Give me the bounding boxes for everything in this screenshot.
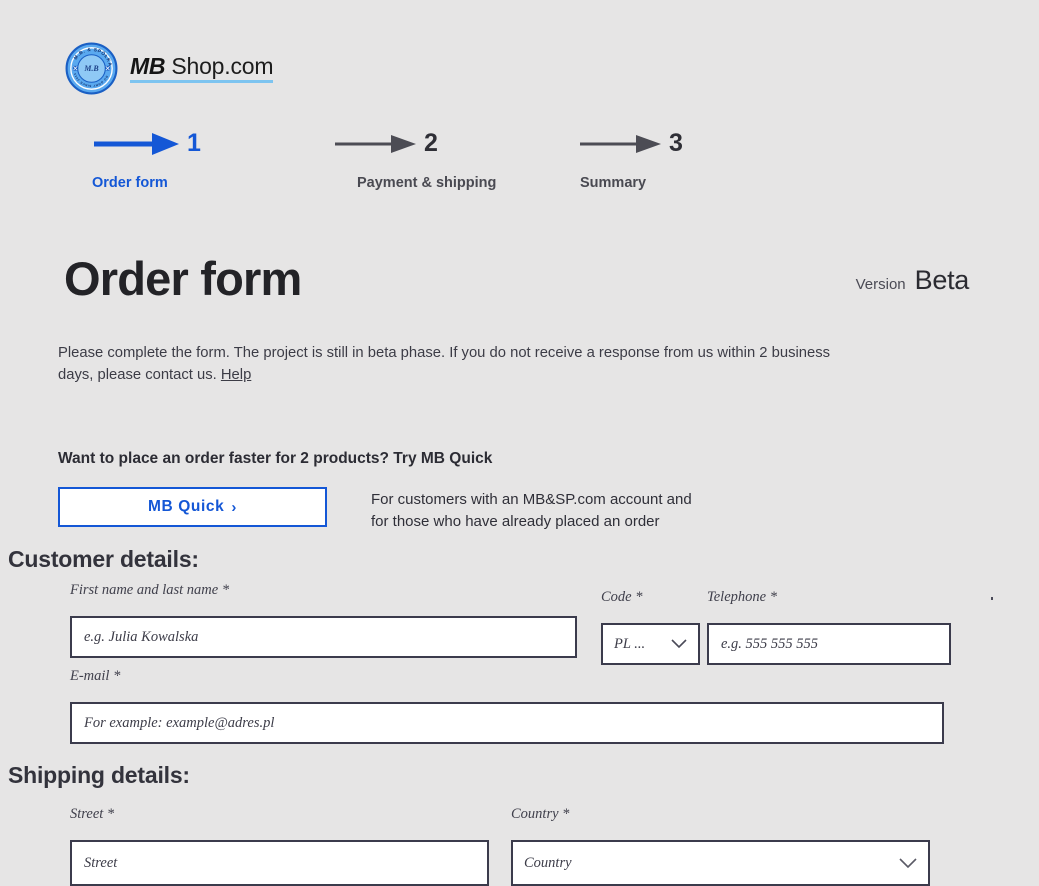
mb-circular-badge-logo: M.B. & SPÓŁKA DO GÓRY SINCE 2013 M.B xyxy=(65,42,118,95)
intro-text: Please complete the form. The project is… xyxy=(58,344,831,383)
field-email: E-mail * For example: example@adres.pl xyxy=(70,668,944,744)
country-code-label: Code * xyxy=(601,589,643,605)
stepper-step-1-top: 1 xyxy=(92,125,201,163)
version-label: Version xyxy=(855,276,906,293)
first-last-name-input[interactable]: e.g. Julia Kowalska xyxy=(70,616,577,658)
brand-mark-bold: MB xyxy=(130,53,166,80)
email-input[interactable]: For example: example@adres.pl xyxy=(70,702,944,744)
version-badge: Version Beta xyxy=(855,265,970,302)
brand-wordmark: MB Shop.com xyxy=(130,53,274,83)
arrow-right-icon xyxy=(335,135,416,153)
field-street: Street * Street xyxy=(70,806,489,886)
promo-row: MB Quick › For customers with an MB&SP.c… xyxy=(58,487,692,533)
help-link[interactable]: Help xyxy=(221,367,251,383)
stepper-step-3-label: Summary xyxy=(580,175,647,191)
street-label: Street * xyxy=(70,806,115,822)
promo-heading: Want to place an order faster for 2 prod… xyxy=(58,450,493,467)
chevron-right-icon: › xyxy=(231,498,237,516)
shipping-details-heading: Shipping details: xyxy=(8,762,190,788)
brand-mark-rest: Shop.com xyxy=(165,53,274,80)
svg-text:M.B: M.B xyxy=(83,64,98,73)
country-selected-value: Country xyxy=(524,854,572,871)
email-label: E-mail * xyxy=(70,668,121,684)
country-select[interactable]: Country xyxy=(511,840,930,886)
site-logo[interactable]: M.B. & SPÓŁKA DO GÓRY SINCE 2013 M.B MB … xyxy=(65,42,274,95)
stepper-step-1-label: Order form xyxy=(92,175,168,191)
stray-mark xyxy=(991,597,993,600)
street-input[interactable]: Street xyxy=(70,840,489,886)
promo-description: For customers with an MB&SP.com account … xyxy=(371,487,692,533)
stepper-step-order-form[interactable]: 1 Order form xyxy=(92,125,201,191)
mb-quick-button[interactable]: MB Quick › xyxy=(58,487,327,527)
arrow-right-icon xyxy=(580,135,661,153)
checkout-stepper: 1 Order form 2 Payment & shipping 3 Summ… xyxy=(0,125,1039,200)
country-code-selected-value: PL ... xyxy=(614,635,646,652)
page-title: Order form xyxy=(64,252,302,305)
field-country-code: Code * PL ... xyxy=(601,589,700,665)
stepper-step-3-top: 3 xyxy=(578,125,683,163)
telephone-label: Telephone * xyxy=(707,589,777,605)
field-telephone: Telephone * e.g. 555 555 555 xyxy=(707,589,951,665)
stepper-step-3-number: 3 xyxy=(669,128,683,157)
stepper-step-2-number: 2 xyxy=(424,128,438,157)
first-last-name-label: First name and last name * xyxy=(70,582,230,598)
stepper-step-payment-shipping[interactable]: 2 Payment & shipping xyxy=(333,125,496,191)
version-value: Beta xyxy=(914,265,970,295)
country-label: Country * xyxy=(511,806,570,822)
telephone-input[interactable]: e.g. 555 555 555 xyxy=(707,623,951,665)
promo-description-line-2: for those who have already placed an ord… xyxy=(371,513,660,530)
stepper-step-1-number: 1 xyxy=(187,128,201,157)
arrow-right-icon xyxy=(94,133,179,155)
page-header: Order form Version Beta xyxy=(64,255,969,302)
promo-description-line-1: For customers with an MB&SP.com account … xyxy=(371,491,692,508)
intro-paragraph: Please complete the form. The project is… xyxy=(58,342,848,386)
country-code-select[interactable]: PL ... xyxy=(601,623,700,665)
chevron-down-icon xyxy=(671,639,687,649)
stepper-step-2-top: 2 xyxy=(333,125,496,163)
mb-quick-button-label: MB Quick xyxy=(148,498,225,515)
stepper-step-summary[interactable]: 3 Summary xyxy=(578,125,683,191)
customer-details-heading: Customer details: xyxy=(8,546,199,572)
chevron-down-icon xyxy=(899,857,917,868)
field-first-last-name: First name and last name * e.g. Julia Ko… xyxy=(70,582,577,658)
stepper-step-2-label: Payment & shipping xyxy=(357,175,497,191)
field-country: Country * Country xyxy=(511,806,930,886)
order-form-page: M.B. & SPÓŁKA DO GÓRY SINCE 2013 M.B MB … xyxy=(0,0,1039,886)
